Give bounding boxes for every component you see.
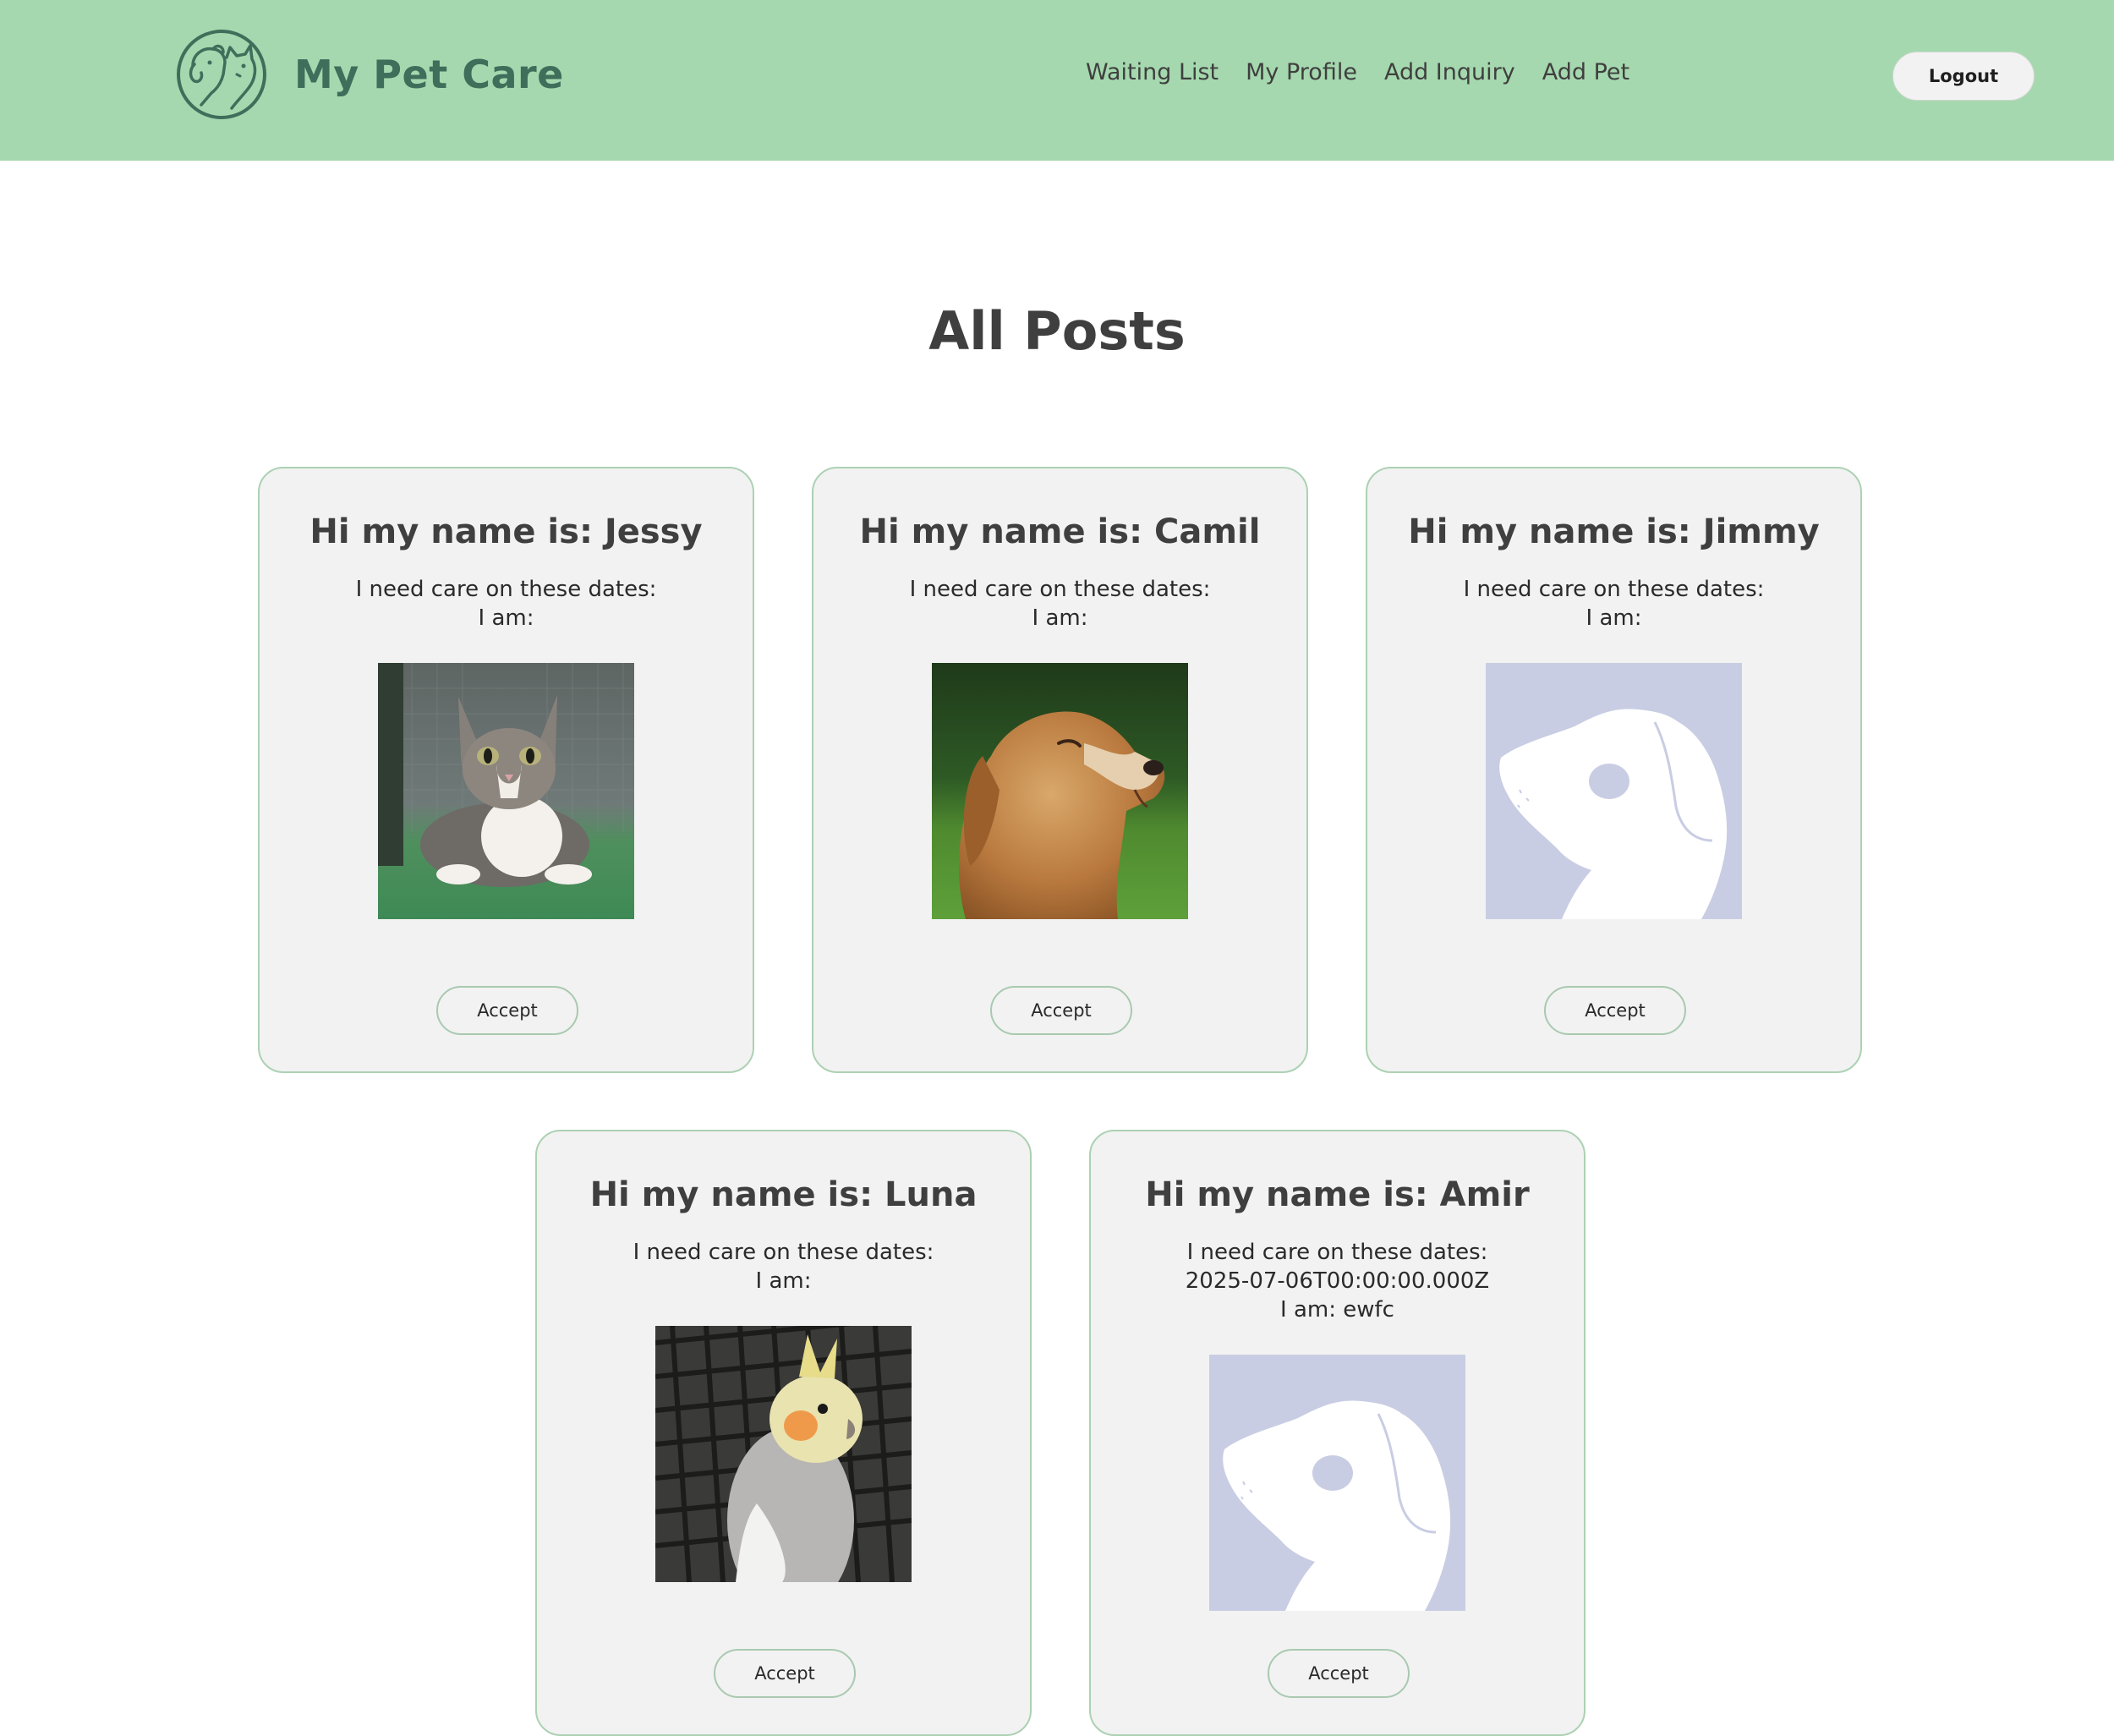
am-label: I am: [1586,605,1642,631]
golden-retriever-photo [932,663,1188,919]
post-info: I need care on these dates: I am: [813,575,1306,633]
am-label: I am: ewfc [1280,1297,1394,1323]
accept-button[interactable]: Accept [990,986,1132,1035]
post-card: Hi my name is: Camil I need care on thes… [812,467,1308,1073]
top-navbar: My Pet Care Waiting List My Profile Add … [0,0,2114,161]
post-info: I need care on these dates: I am: [1367,575,1860,633]
post-heading: Hi my name is: Jimmy [1408,512,1820,551]
post-info: I need care on these dates: I am: [260,575,753,633]
cat-and-dog-logo-icon [177,30,266,119]
accept-button[interactable]: Accept [1268,1649,1410,1698]
nav-link-add-pet[interactable]: Add Pet [1542,59,1629,85]
nav-link-my-profile[interactable]: My Profile [1246,59,1357,85]
post-card: Hi my name is: Jessy I need care on thes… [258,467,754,1073]
dog-placeholder-image [1209,1355,1465,1611]
dates-label: I need care on these dates: [633,1240,934,1265]
dates-label: I need care on these dates: [909,577,1211,602]
post-card: Hi my name is: Jimmy I need care on thes… [1366,467,1862,1073]
am-label: I am: [478,605,534,631]
am-label: I am: [1032,605,1088,631]
nav-link-waiting-list[interactable]: Waiting List [1086,59,1219,85]
post-info: I need care on these dates: 2025-07-06T0… [1091,1238,1584,1324]
post-card: Hi my name is: Amir I need care on these… [1089,1130,1586,1736]
nav-link-add-inquiry[interactable]: Add Inquiry [1384,59,1515,85]
dates-label: I need care on these dates: [1463,577,1765,602]
accept-button[interactable]: Accept [1544,986,1686,1035]
page-title: All Posts [928,300,1186,362]
tabby-kitten-photo [378,663,634,919]
post-heading: Hi my name is: Jessy [309,512,703,551]
accept-button[interactable]: Accept [436,986,578,1035]
care-dates: 2025-07-06T00:00:00.000Z [1185,1268,1490,1294]
dates-label: I need care on these dates: [1186,1240,1488,1265]
post-heading: Hi my name is: Amir [1145,1175,1530,1214]
dog-placeholder-image [1486,663,1742,919]
cockatiel-photo [655,1326,912,1582]
post-info: I need care on these dates: I am: [537,1238,1030,1295]
post-heading: Hi my name is: Luna [589,1175,978,1214]
main-nav: Waiting List My Profile Add Inquiry Add … [1086,59,1629,85]
brand-name: My Pet Care [294,52,564,97]
brand[interactable]: My Pet Care [176,29,564,120]
post-card: Hi my name is: Luna I need care on these… [535,1130,1032,1736]
dates-label: I need care on these dates: [355,577,657,602]
logout-button[interactable]: Logout [1892,52,2035,101]
am-label: I am: [755,1268,812,1294]
accept-button[interactable]: Accept [714,1649,856,1698]
post-heading: Hi my name is: Camil [859,512,1261,551]
